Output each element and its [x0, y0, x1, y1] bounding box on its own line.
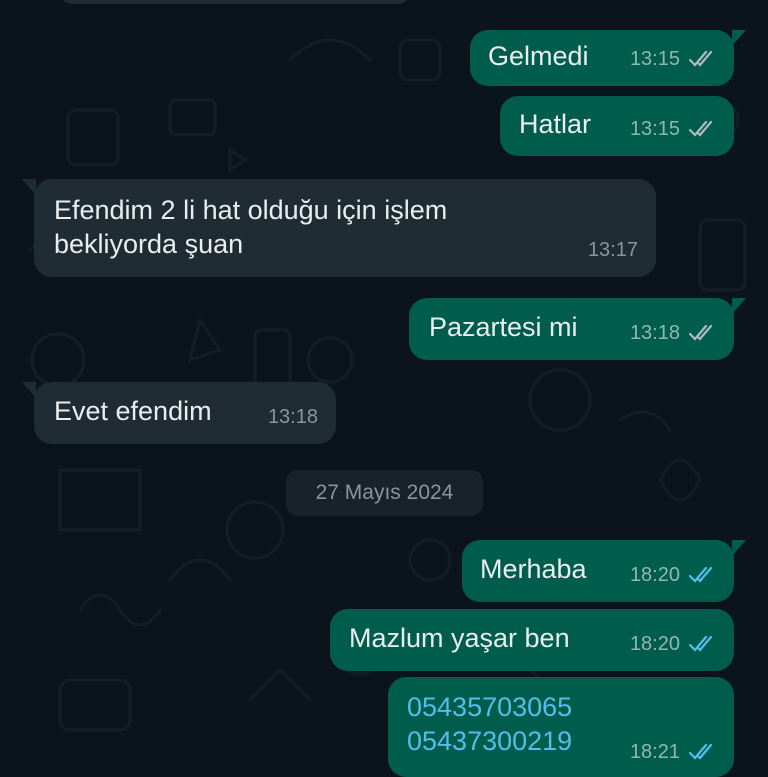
phone-number-link[interactable]: 05435703065 [407, 690, 572, 724]
message-meta: 18:20 [630, 558, 716, 592]
message-meta: 13:18 [268, 400, 318, 434]
date-separator: 27 Mayıs 2024 [286, 470, 483, 516]
message-text: Hatlar [519, 109, 592, 139]
double-check-icon [688, 566, 716, 584]
message-text: Mazlum yaşar ben [349, 623, 570, 653]
message-text: Gelmedi [488, 41, 589, 71]
message-text: Merhaba [480, 554, 587, 584]
message-text-line: bekliyorda şuan [54, 229, 244, 259]
message-bubble-outgoing[interactable]: Gelmedi 13:15 [470, 30, 746, 86]
double-check-icon [688, 120, 716, 138]
message-bubble-outgoing[interactable]: Hatlar 13:15 [500, 96, 734, 156]
message-meta: 13:18 [630, 316, 716, 350]
double-check-icon [688, 324, 716, 342]
phone-number-link[interactable]: 05437300219 [407, 724, 572, 758]
message-time: 13:17 [587, 239, 638, 261]
message-time: 18:20 [629, 633, 680, 655]
message-text-line: Efendim 2 li hat olduğu için işlem [54, 195, 448, 225]
message-time: 13:18 [267, 406, 318, 428]
message-meta: 13:15 [630, 112, 716, 146]
message-bubble-outgoing[interactable]: Pazartesi mi 13:18 [409, 298, 746, 360]
message-meta: 18:20 [630, 627, 716, 661]
double-check-icon [688, 743, 716, 761]
message-text: Pazartesi mi [429, 312, 578, 342]
message-time: 18:21 [629, 741, 680, 763]
message-time: 13:18 [629, 322, 680, 344]
message-meta: 13:15 [630, 42, 716, 76]
double-check-icon [688, 635, 716, 653]
message-bubble-incoming[interactable]: Efendim 2 li hat olduğu için işlem bekli… [22, 179, 656, 277]
message-bubble-incoming[interactable]: Evet efendim 13:18 [22, 382, 336, 444]
message-text: Evet efendim [54, 396, 212, 426]
message-bubble-outgoing[interactable]: Merhaba 18:20 [462, 540, 746, 602]
previous-message-fragment [60, 0, 410, 4]
message-meta: 13:17 [588, 233, 638, 267]
message-bubble-outgoing[interactable]: Mazlum yaşar ben 18:20 [330, 609, 734, 671]
message-time: 13:15 [629, 118, 680, 140]
message-time: 13:15 [629, 48, 680, 70]
message-meta: 18:21 [630, 737, 716, 767]
message-bubble-outgoing[interactable]: 05435703065 05437300219 18:21 [388, 677, 734, 777]
double-check-icon [688, 50, 716, 68]
message-time: 18:20 [629, 564, 680, 586]
